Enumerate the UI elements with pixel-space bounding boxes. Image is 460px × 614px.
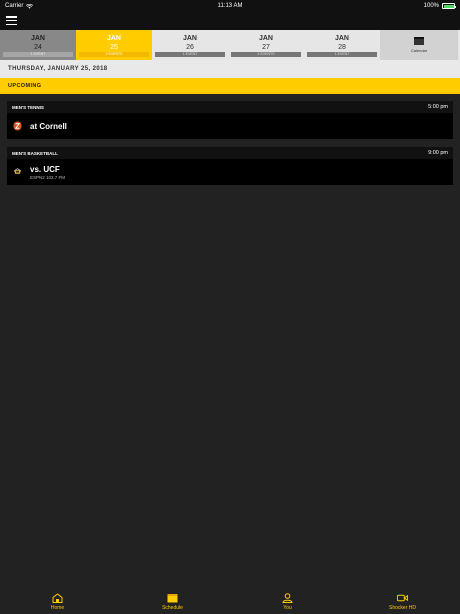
battery-percent: 100% [423,3,439,9]
battery-icon [442,3,456,9]
event-time: 5:00 pm [428,104,448,110]
event-sport: MEN'S TENNIS [12,104,44,110]
date-tab-jan-24[interactable]: JAN 24 1 EVENT [0,30,76,60]
tab-bar: Home Schedule You Shocker HD [0,590,460,614]
tab-home[interactable]: Home [0,590,115,614]
event-opponent: vs. UCF [30,164,60,174]
tab-schedule[interactable]: Schedule [115,590,230,614]
event-count: 2 EVENTS [79,52,149,57]
date-day: 28 [338,44,346,51]
event-opponent-block: at Cornell [30,122,67,131]
status-time: 11:13 AM [217,3,243,9]
date-heading: THURSDAY, JANUARY 25, 2018 [0,60,460,78]
calendar-label: Calendar [410,48,428,53]
event-card[interactable]: MEN'S BASKETBALL 9:00 pm vs. UCF ESPN2 1… [7,147,453,185]
date-selector: JAN 24 1 EVENT JAN 25 2 EVENTS JAN 26 1 … [0,30,460,60]
tab-video-label: Shocker HD [389,605,416,611]
event-time: 9:00 pm [428,150,448,156]
section-upcoming: UPCOMING [0,78,460,94]
event-sport: MEN'S BASKETBALL [12,150,58,156]
wifi-icon [26,3,34,9]
tab-you-label: You [283,605,292,611]
date-month: JAN [334,35,349,42]
event-opponent: at Cornell [30,121,67,131]
tab-home-label: Home [50,605,65,611]
carrier-label: Carrier [5,3,24,9]
calendar-icon [414,37,424,45]
person-icon [282,593,293,603]
tab-schedule-label: Schedule [162,605,183,611]
event-count: 1 EVENT [155,52,225,57]
date-day: 25 [110,44,118,51]
event-count: 1 EVENT [3,52,73,57]
event-broadcast: ESPN2 103.7 FM [30,174,66,180]
video-camera-icon [397,594,408,602]
date-day: 24 [34,44,42,51]
event-header: MEN'S BASKETBALL 9:00 pm [7,147,453,159]
event-body: at Cornell [7,113,453,139]
status-bar: Carrier 11:13 AM 100% [0,0,460,12]
home-icon [52,593,63,603]
date-day: 26 [186,44,194,51]
event-opponent-block: vs. UCF ESPN2 103.7 FM [30,165,65,180]
date-tab-jan-28[interactable]: JAN 28 1 EVENT [304,30,380,60]
nav-bar [0,12,460,30]
tab-you[interactable]: You [230,590,345,614]
event-count: 1 EVENT [307,52,377,57]
date-day: 27 [262,44,270,51]
date-tab-jan-25[interactable]: JAN 25 2 EVENTS [76,30,152,60]
event-header: MEN'S TENNIS 5:00 pm [7,101,453,113]
ucf-logo-icon [13,168,22,174]
event-body: vs. UCF ESPN2 103.7 FM [7,159,453,185]
date-month: JAN [30,35,45,42]
date-month: JAN [182,35,197,42]
calendar-button[interactable]: Calendar [380,30,458,60]
status-right: 100% [423,3,456,9]
event-card[interactable]: MEN'S TENNIS 5:00 pm at Cornell [7,101,453,139]
date-month: JAN [258,35,273,42]
tab-video[interactable]: Shocker HD [345,590,460,614]
date-tab-jan-26[interactable]: JAN 26 1 EVENT [152,30,228,60]
cornell-logo-icon [13,121,22,131]
status-left: Carrier [5,3,34,9]
calendar-icon [167,594,178,603]
event-count: 4 EVENTS [231,52,301,57]
date-month: JAN [106,35,121,42]
menu-icon[interactable] [6,16,17,25]
date-tab-jan-27[interactable]: JAN 27 4 EVENTS [228,30,304,60]
